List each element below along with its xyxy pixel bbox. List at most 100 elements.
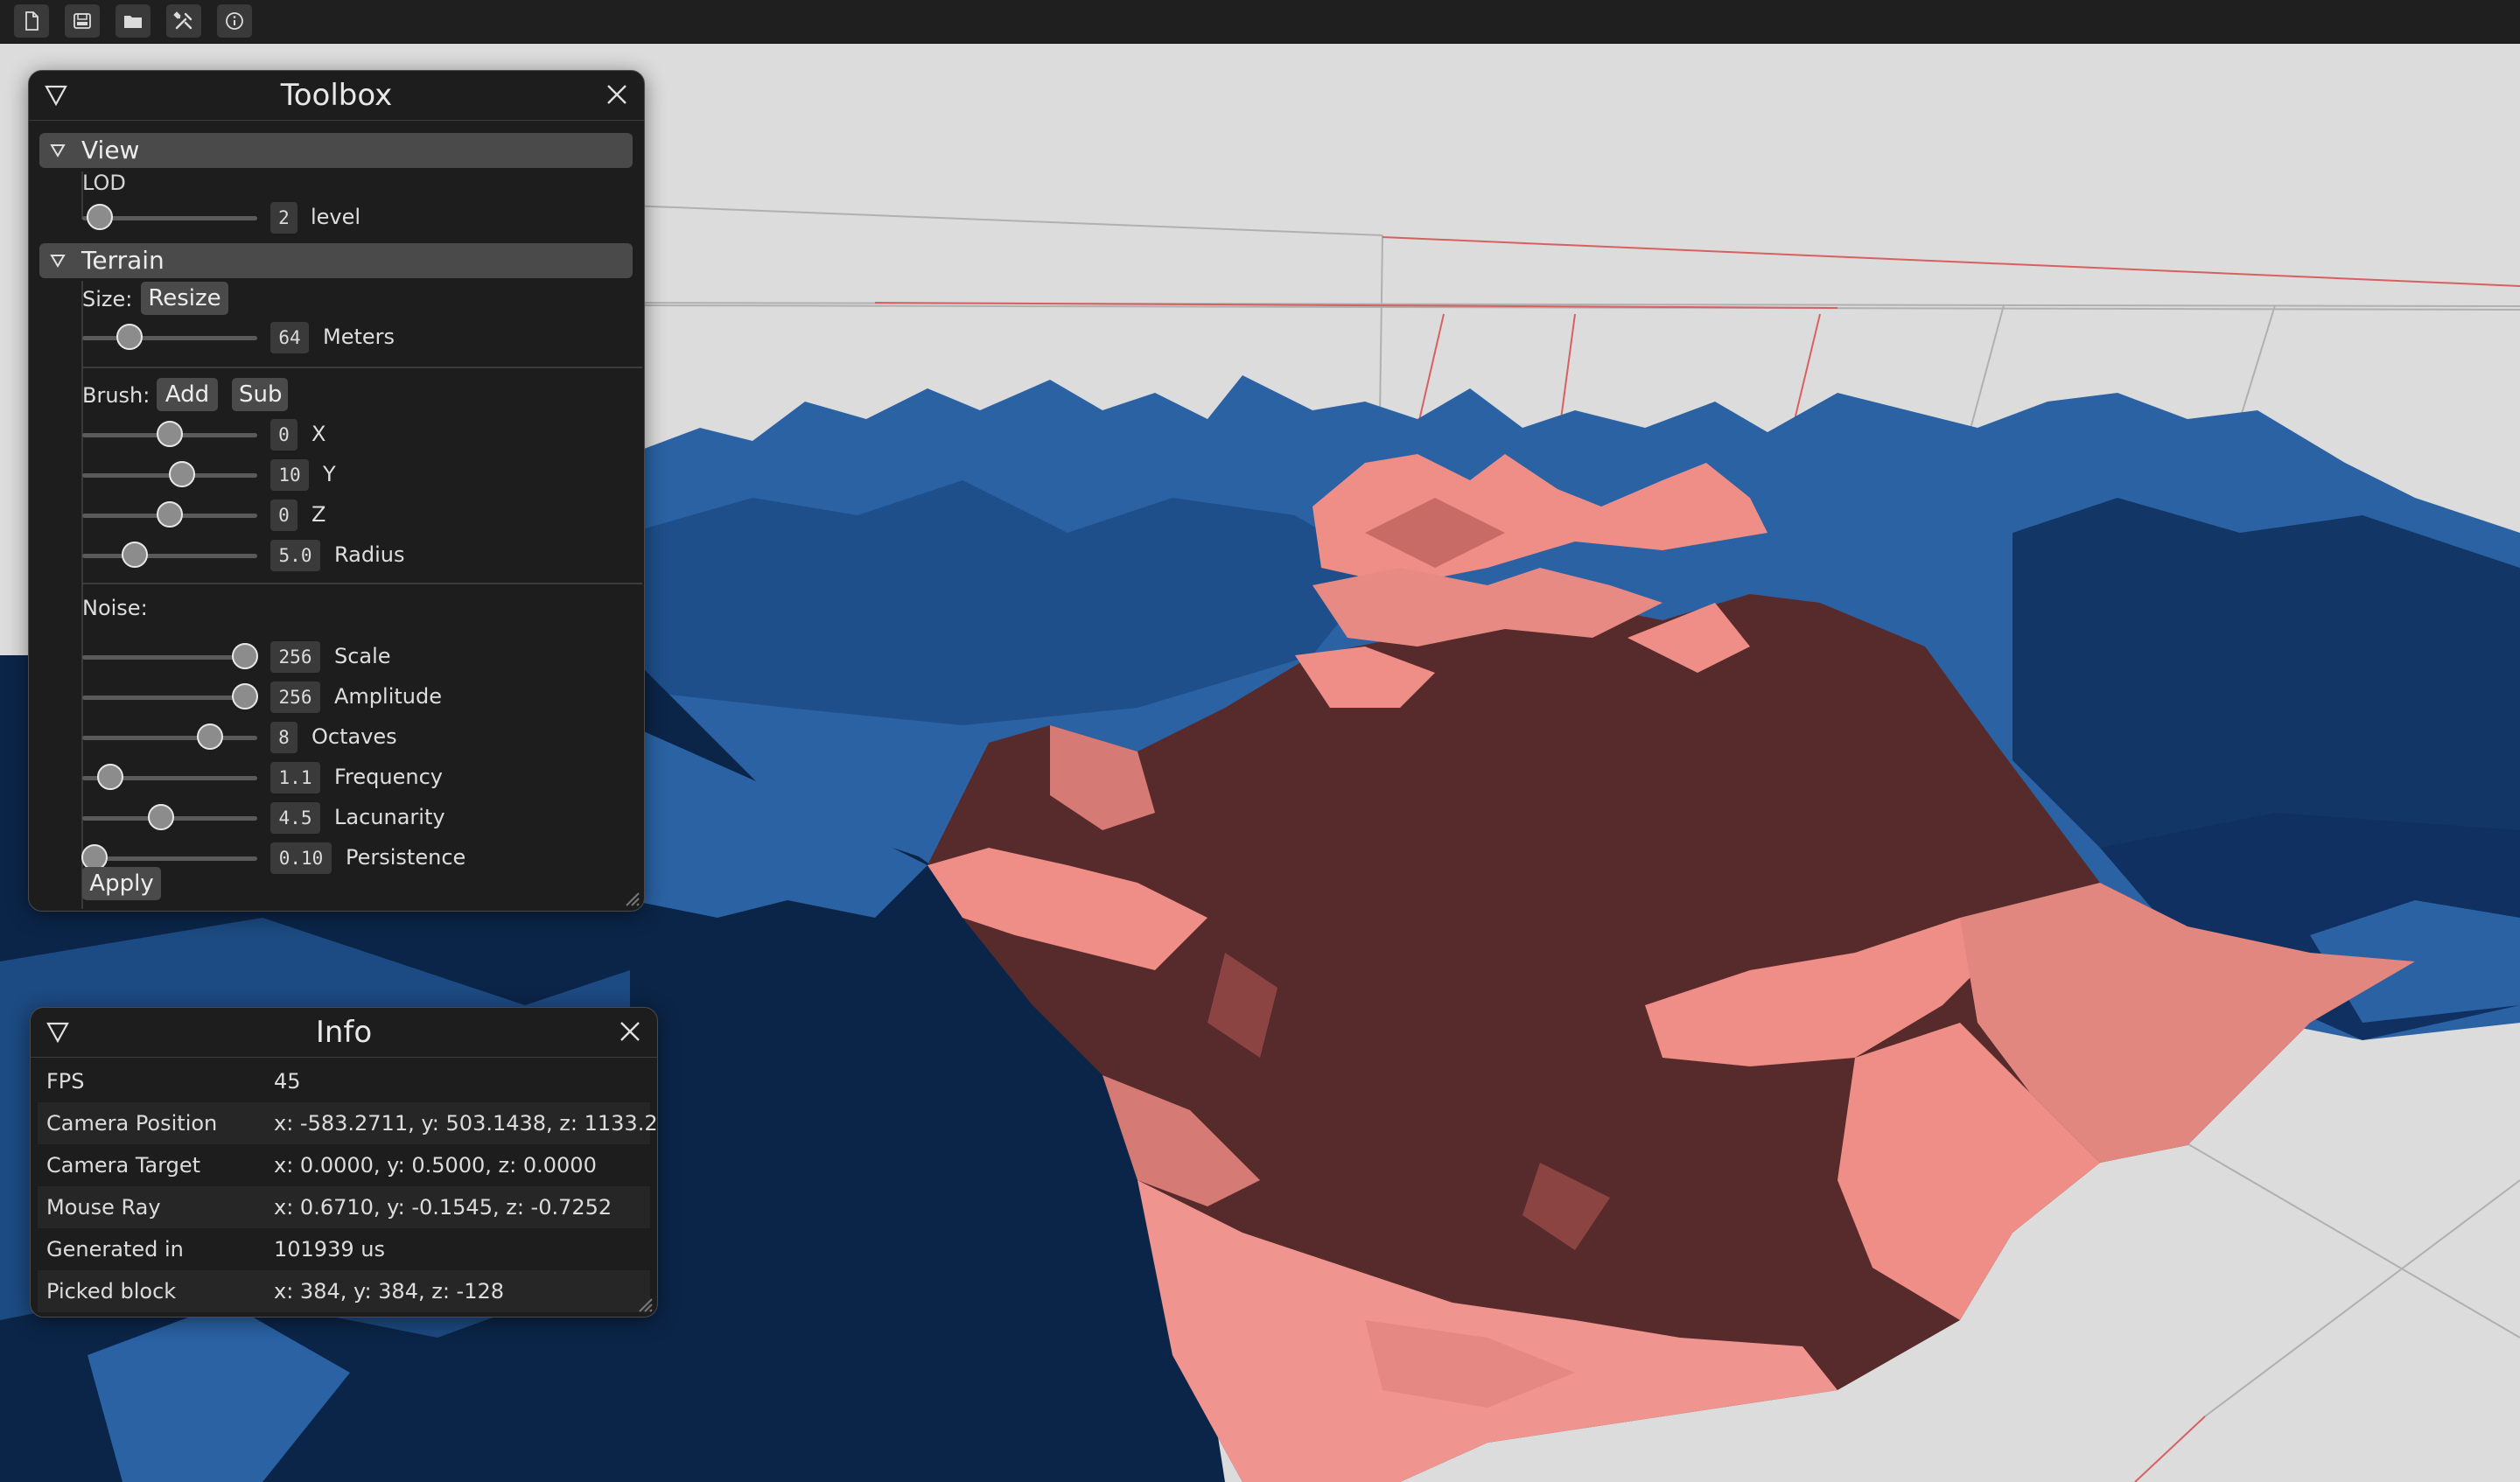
size-slider[interactable] <box>82 320 257 355</box>
open-folder-icon <box>124 16 142 28</box>
info-title-bar[interactable]: Info <box>31 1008 657 1058</box>
y-label: Y <box>323 462 336 486</box>
info-row: FPS 45 <box>38 1060 650 1102</box>
info-key: Picked block <box>46 1279 177 1304</box>
lod-slider[interactable] <box>82 200 257 235</box>
resize-grip-icon[interactable] <box>621 888 640 907</box>
tools-icon <box>173 11 192 30</box>
lod-unit: level <box>311 205 361 229</box>
slider-knob[interactable] <box>157 501 183 528</box>
slider-knob[interactable] <box>87 204 113 230</box>
lod-value[interactable]: 2 <box>270 202 298 234</box>
y-value[interactable]: 10 <box>270 459 309 491</box>
info-value: x: 0.6710, y: -0.1545, z: -0.7252 <box>274 1195 612 1220</box>
save-icon <box>74 13 91 29</box>
z-label: Z <box>312 502 326 527</box>
separator <box>82 367 642 368</box>
radius-value[interactable]: 5.0 <box>270 540 320 571</box>
frequency-value[interactable]: 1.1 <box>270 762 320 793</box>
info-icon <box>226 12 243 30</box>
info-window: Info FPS 45 Camera Position x: -583.2711, y… <box>30 1007 658 1318</box>
view-section-label: View <box>81 136 140 164</box>
info-value: x: 0.0000, y: 0.5000, z: 0.0000 <box>274 1153 597 1178</box>
octaves-slider[interactable] <box>82 720 257 755</box>
size-value[interactable]: 64 <box>270 322 309 353</box>
info-value: x: 384, y: 384, z: -128 <box>274 1279 505 1304</box>
lacunarity-label: Lacunarity <box>334 805 445 829</box>
frequency-slider[interactable] <box>82 760 257 795</box>
brush-label: Brush: <box>82 383 150 408</box>
scale-slider[interactable] <box>82 640 258 675</box>
slider-knob[interactable] <box>232 683 258 710</box>
info-row: Camera Position x: -583.2711, y: 503.1438… <box>38 1102 657 1144</box>
info-key: FPS <box>46 1069 85 1094</box>
octaves-value[interactable]: 8 <box>270 722 298 753</box>
size-label: Size: <box>82 287 133 311</box>
scale-value[interactable]: 256 <box>270 641 320 673</box>
close-icon[interactable] <box>604 81 630 108</box>
info-key: Camera Position <box>46 1111 218 1136</box>
slider-knob[interactable] <box>157 421 183 447</box>
resize-grip-icon[interactable] <box>634 1294 654 1313</box>
persistence-label: Persistence <box>346 845 466 870</box>
scale-label: Scale <box>334 644 391 668</box>
noise-label: Noise: <box>82 596 148 620</box>
terrain-section-header[interactable]: Terrain <box>39 243 633 278</box>
persistence-value[interactable]: 0.10 <box>270 842 332 874</box>
separator <box>82 583 642 584</box>
toolbox-title-bar[interactable]: Toolbox <box>29 71 644 121</box>
info-key: Mouse Ray <box>46 1195 161 1220</box>
z-value[interactable]: 0 <box>270 500 298 531</box>
info-button[interactable] <box>217 4 252 38</box>
info-row: Camera Target x: 0.0000, y: 0.5000, z: 0.… <box>38 1144 650 1186</box>
brush-add-button[interactable]: Add <box>157 378 218 411</box>
x-value[interactable]: 0 <box>270 419 298 451</box>
lacunarity-slider[interactable] <box>82 800 257 835</box>
lacunarity-value[interactable]: 4.5 <box>270 802 320 834</box>
open-folder-button[interactable] <box>116 4 150 38</box>
radius-label: Radius <box>334 542 405 567</box>
radius-slider[interactable] <box>82 538 257 573</box>
z-slider[interactable] <box>82 498 257 533</box>
apply-button[interactable]: Apply <box>82 867 161 900</box>
close-icon[interactable] <box>617 1018 643 1045</box>
terrain-section-label: Terrain <box>81 246 164 275</box>
slider-knob[interactable] <box>122 542 148 568</box>
size-unit: Meters <box>323 325 396 349</box>
lod-label: LOD <box>82 171 126 195</box>
y-slider[interactable] <box>82 458 257 493</box>
toolbox-title: Toolbox <box>280 78 393 113</box>
slider-knob[interactable] <box>97 764 123 790</box>
amplitude-value[interactable]: 256 <box>270 682 320 713</box>
tools-button[interactable] <box>166 4 201 38</box>
menubar <box>0 0 2520 44</box>
slider-knob[interactable] <box>232 643 258 669</box>
new-file-icon <box>25 11 38 31</box>
info-title: Info <box>315 1015 373 1050</box>
octaves-label: Octaves <box>312 724 397 749</box>
collapse-triangle-icon <box>50 144 66 157</box>
view-section-header[interactable]: View <box>39 133 633 168</box>
info-key: Generated in <box>46 1237 184 1262</box>
save-button[interactable] <box>65 4 100 38</box>
x-slider[interactable] <box>82 417 257 452</box>
info-value: 101939 us <box>274 1237 385 1262</box>
info-key: Camera Target <box>46 1153 201 1178</box>
toolbox-window: Toolbox View LOD 2 level Terrain Size: R… <box>28 70 645 912</box>
info-row: Generated in 101939 us <box>38 1228 650 1270</box>
new-file-button[interactable] <box>14 4 49 38</box>
slider-knob[interactable] <box>116 324 143 350</box>
slider-knob[interactable] <box>169 461 195 487</box>
collapse-triangle-icon <box>50 255 66 268</box>
info-row: Picked block x: 384, y: 384, z: -128 <box>38 1270 650 1312</box>
info-row: Mouse Ray x: 0.6710, y: -0.1545, z: -0.72… <box>38 1186 650 1228</box>
amplitude-label: Amplitude <box>334 684 442 709</box>
brush-sub-button[interactable]: Sub <box>232 378 288 411</box>
resize-button[interactable]: Resize <box>141 282 228 315</box>
slider-knob[interactable] <box>197 724 223 750</box>
info-value: 45 <box>274 1069 301 1094</box>
slider-knob[interactable] <box>148 804 174 830</box>
x-label: X <box>312 422 326 446</box>
amplitude-slider[interactable] <box>82 680 258 715</box>
info-value: x: -583.2711, y: 503.1438, z: 1133.2350 <box>274 1111 658 1136</box>
